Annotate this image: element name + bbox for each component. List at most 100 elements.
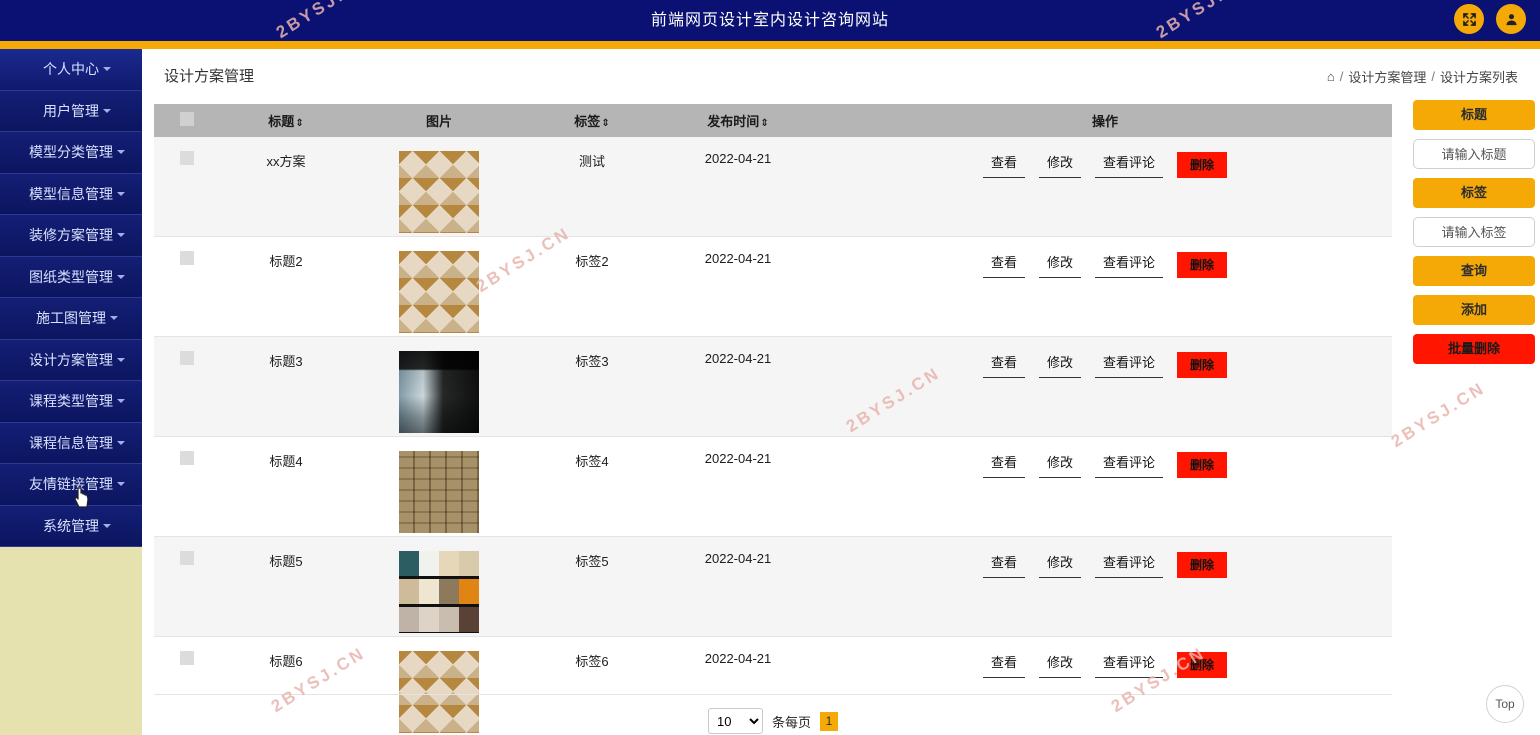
batch-delete-button[interactable]: 批量删除 [1413,334,1535,364]
row-checkbox[interactable] [180,451,194,465]
delete-button[interactable]: 删除 [1177,252,1228,278]
row-checkbox[interactable] [180,551,194,565]
sidebar-item-label: 友情链接管理 [29,476,113,492]
home-icon[interactable]: ⌂ [1327,70,1335,83]
edit-link[interactable]: 修改 [1038,552,1081,578]
row-checkbox[interactable] [180,151,194,165]
chevron-down-icon [117,482,125,487]
page-number-1[interactable]: 1 [820,711,838,731]
chevron-down-icon [117,233,125,238]
edit-link[interactable]: 修改 [1038,152,1081,178]
table-body: xx方案 测试 2022-04-21 查看 修改 查看评论 删除 标题2 标签2 2022-04-… [154,137,1392,735]
delete-button[interactable]: 删除 [1177,352,1228,378]
row-actions: 查看 修改 查看评论 删除 [818,351,1392,378]
page-size-select[interactable]: 102050100 [707,708,763,734]
accent-bar [0,41,1540,49]
sidebar-item-10[interactable]: 友情链接管理 [0,464,142,506]
row-thumbnail[interactable] [399,351,479,433]
cell-select [154,537,220,637]
sidebar-item-8[interactable]: 课程类型管理 [0,381,142,423]
th-tag[interactable]: 标签⇕ [526,104,658,137]
chevron-down-icon [117,357,125,362]
sidebar-item-3[interactable]: 模型信息管理 [0,173,142,215]
table-header-row: 标题⇕ 图片 标签⇕ 发布时间⇕ 操作 [154,104,1392,137]
cell-time: 2022-04-21 [704,351,772,366]
view-link[interactable]: 查看 [982,652,1025,678]
breadcrumb: ⌂ / 设计方案管理 / 设计方案列表 [1327,67,1518,86]
chevron-down-icon [117,274,125,279]
sidebar-item-11[interactable]: 系统管理 [0,505,142,547]
sidebar-item-9[interactable]: 课程信息管理 [0,422,142,464]
view-link[interactable]: 查看 [982,152,1025,178]
user-avatar-icon[interactable] [1496,4,1526,34]
row-checkbox[interactable] [180,651,194,665]
top-header: 前端网页设计室内设计咨询网站 [0,0,1540,41]
view-comments-link[interactable]: 查看评论 [1095,352,1164,378]
sidebar-item-4[interactable]: 装修方案管理 [0,215,142,257]
site-title: 前端网页设计室内设计咨询网站 [650,12,889,29]
sidebar-item-1[interactable]: 用户管理 [0,90,142,132]
delete-button[interactable]: 删除 [1177,152,1228,178]
row-checkbox[interactable] [180,351,194,365]
table-row: 标题4 标签4 2022-04-21 查看 修改 查看评论 删除 [154,436,1392,537]
delete-button[interactable]: 删除 [1177,552,1228,578]
view-comments-link[interactable]: 查看评论 [1095,152,1164,178]
cell-select [154,337,220,437]
chevron-down-icon [103,67,111,72]
fullscreen-icon[interactable] [1454,4,1484,34]
breadcrumb-item-1[interactable]: 设计方案管理 [1348,67,1426,86]
cell-tag: 标签5 [575,554,609,569]
view-comments-link[interactable]: 查看评论 [1095,252,1164,278]
cell-time: 2022-04-21 [704,151,772,166]
sidebar-item-7[interactable]: 设计方案管理 [0,339,142,381]
cell-operations: 查看 修改 查看评论 删除 [818,337,1392,437]
breadcrumb-item-2[interactable]: 设计方案列表 [1440,67,1518,86]
edit-link[interactable]: 修改 [1038,452,1081,478]
view-comments-link[interactable]: 查看评论 [1095,452,1164,478]
delete-button[interactable]: 删除 [1177,652,1228,678]
row-thumbnail[interactable] [399,251,479,333]
view-link[interactable]: 查看 [982,552,1025,578]
tag-filter-label[interactable]: 标签 [1413,178,1535,208]
row-actions: 查看 修改 查看评论 删除 [818,551,1392,578]
edit-link[interactable]: 修改 [1038,252,1081,278]
sort-icon-tag[interactable]: ⇕ [601,118,609,129]
view-comments-link[interactable]: 查看评论 [1095,652,1164,678]
back-to-top-button[interactable]: Top [1486,685,1524,723]
sidebar-item-2[interactable]: 模型分类管理 [0,132,142,174]
sort-icon-title[interactable]: ⇕ [295,118,303,129]
row-thumbnail[interactable] [399,451,479,533]
view-link[interactable]: 查看 [982,252,1025,278]
edit-link[interactable]: 修改 [1038,652,1081,678]
row-thumbnail[interactable] [399,551,479,633]
th-title[interactable]: 标题⇕ [220,104,352,137]
design-plan-table: 标题⇕ 图片 标签⇕ 发布时间⇕ 操作 xx方案 测试 2022-04-21 查… [154,104,1392,735]
tag-search-input[interactable] [1413,217,1535,247]
view-comments-link[interactable]: 查看评论 [1095,552,1164,578]
edit-link[interactable]: 修改 [1038,352,1081,378]
th-time[interactable]: 发布时间⇕ [658,104,818,137]
cell-time: 2022-04-21 [704,251,772,266]
main-content: 设计方案管理 ⌂ / 设计方案管理 / 设计方案列表 标题⇕ 图片 标签⇕ 发布… [142,49,1540,735]
page-title: 设计方案管理 [164,68,255,85]
sidebar-item-label: 用户管理 [43,102,99,119]
select-all-checkbox[interactable] [180,112,194,126]
cell-tag: 标签2 [575,254,609,269]
sidebar-item-5[interactable]: 图纸类型管理 [0,256,142,298]
sort-icon-time[interactable]: ⇕ [760,118,768,129]
sidebar-item-label: 装修方案管理 [29,227,113,243]
row-thumbnail[interactable] [399,151,479,233]
sidebar-item-0[interactable]: 个人中心 [0,49,142,91]
delete-button[interactable]: 删除 [1177,452,1228,478]
cell-operations: 查看 修改 查看评论 删除 [818,537,1392,637]
title-search-input[interactable] [1413,139,1535,169]
sidebar-item-6[interactable]: 施工图管理 [0,298,142,340]
add-button[interactable]: 添加 [1413,295,1535,325]
query-button[interactable]: 查询 [1413,256,1535,286]
sidebar-item-label: 模型信息管理 [29,185,113,202]
row-actions: 查看 修改 查看评论 删除 [818,151,1392,178]
title-filter-label[interactable]: 标题 [1413,100,1535,130]
view-link[interactable]: 查看 [982,352,1025,378]
view-link[interactable]: 查看 [982,452,1025,478]
row-checkbox[interactable] [180,251,194,265]
